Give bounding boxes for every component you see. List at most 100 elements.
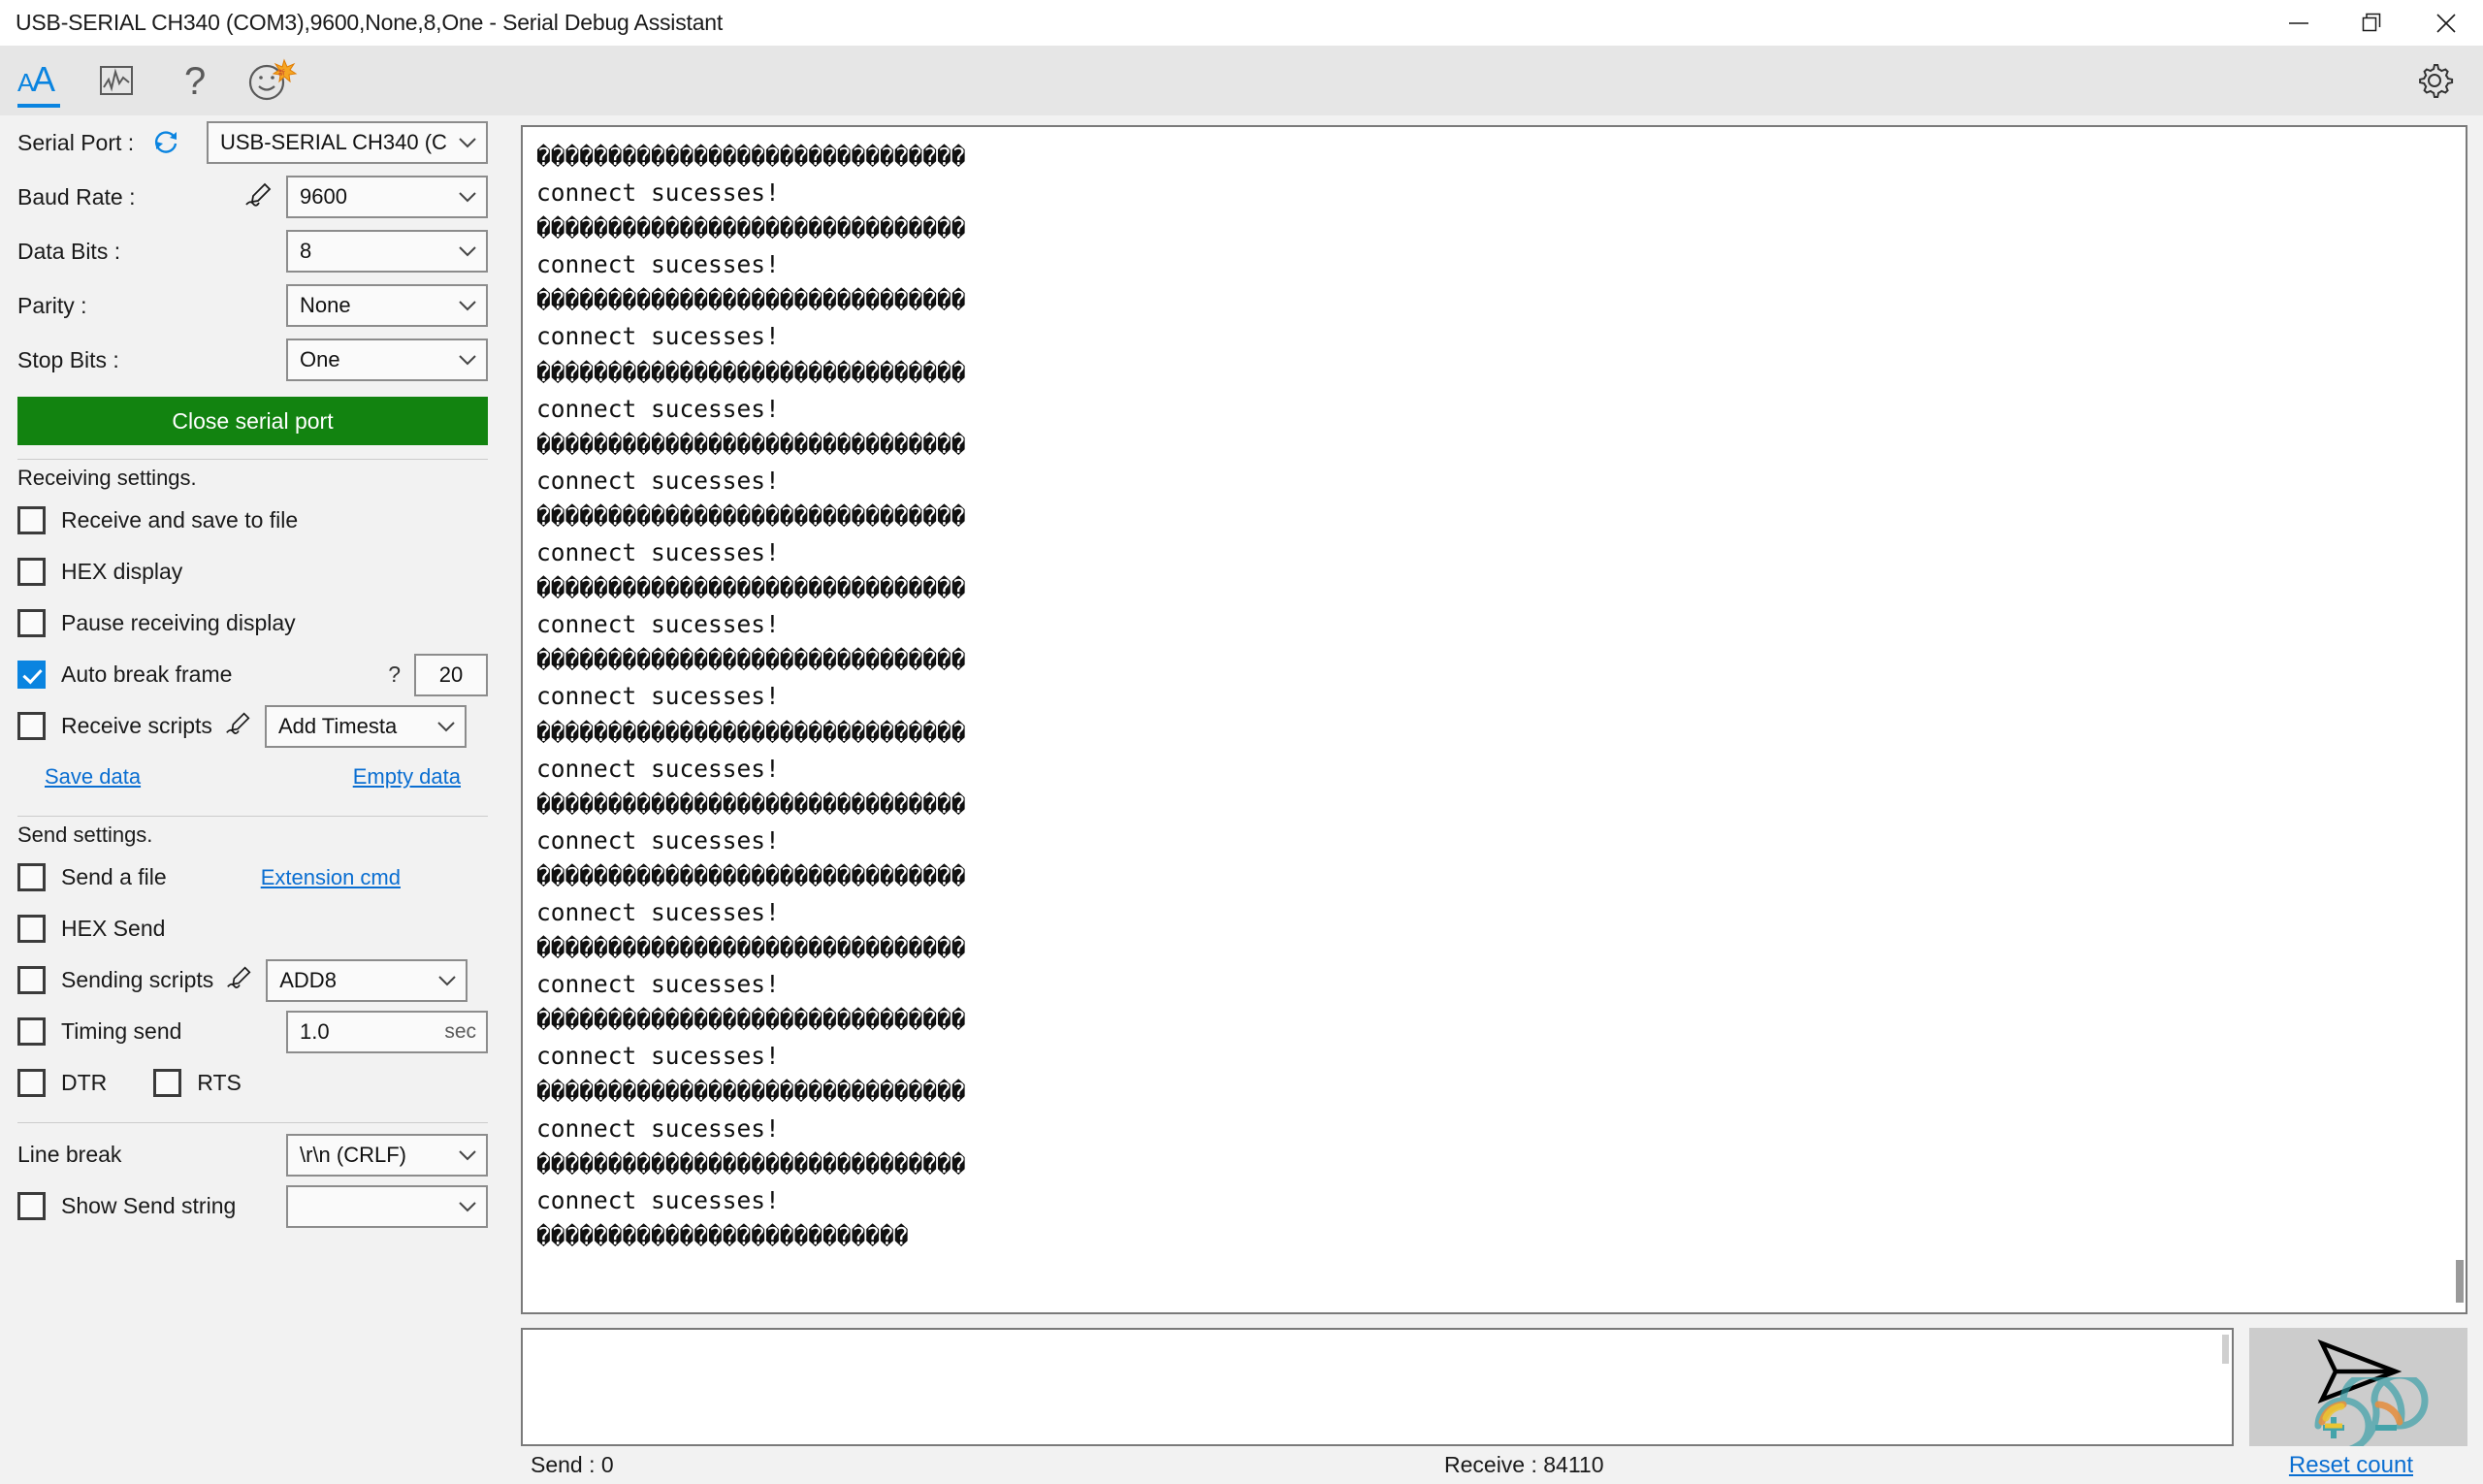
auto-break-frame-label: Auto break frame bbox=[61, 661, 233, 687]
pause-receiving-checkbox[interactable] bbox=[17, 609, 46, 637]
send-input-area[interactable] bbox=[521, 1328, 2234, 1447]
title-bar: USB-SERIAL CH340 (COM3),9600,None,8,One … bbox=[0, 0, 2483, 46]
pause-receiving-row[interactable]: Pause receiving display bbox=[17, 597, 488, 649]
parity-value: None bbox=[300, 293, 351, 317]
waveform-tab[interactable] bbox=[78, 46, 155, 115]
receive-scripts-select[interactable]: Add Timesta bbox=[264, 704, 467, 748]
chevron-down-icon bbox=[435, 975, 460, 986]
parity-label: Parity : bbox=[17, 292, 87, 318]
right-panel: ������������������������������ connect s… bbox=[505, 115, 2483, 1484]
rts-checkbox[interactable] bbox=[153, 1069, 182, 1097]
save-data-link[interactable]: Save data bbox=[45, 764, 141, 790]
chevron-down-icon bbox=[455, 1149, 480, 1161]
help-tab[interactable]: ? bbox=[155, 46, 233, 115]
data-bits-row: Data Bits : 8 bbox=[17, 224, 488, 278]
smiley-tab[interactable]: 新 bbox=[233, 46, 310, 115]
stop-bits-select[interactable]: One bbox=[286, 339, 488, 381]
hex-send-label: HEX Send bbox=[61, 916, 166, 941]
sending-scripts-checkbox[interactable] bbox=[17, 966, 46, 994]
dtr-label: DTR bbox=[61, 1070, 108, 1095]
data-bits-select[interactable]: 8 bbox=[286, 230, 488, 273]
hex-send-checkbox[interactable] bbox=[17, 915, 46, 943]
chevron-down-icon bbox=[455, 245, 480, 257]
send-input-scrollbar[interactable] bbox=[2222, 1335, 2229, 1364]
parity-select[interactable]: None bbox=[286, 284, 488, 327]
pen-icon[interactable] bbox=[224, 709, 253, 743]
reset-count-link[interactable]: Reset count bbox=[2289, 1452, 2413, 1479]
receive-scripts-label: Receive scripts bbox=[61, 713, 212, 738]
timing-send-value: 1.0 bbox=[300, 1018, 330, 1044]
line-break-select[interactable]: \r\n (CRLF) bbox=[286, 1133, 488, 1177]
divider bbox=[17, 816, 488, 817]
receive-text-content: ������������������������������ connect s… bbox=[536, 143, 966, 1250]
chevron-down-icon bbox=[434, 721, 459, 732]
refresh-icon[interactable] bbox=[151, 126, 180, 160]
line-break-row: Line break \r\n (CRLF) bbox=[17, 1129, 488, 1180]
sending-scripts-select[interactable]: ADD8 bbox=[266, 958, 468, 1002]
hex-display-row[interactable]: HEX display bbox=[17, 546, 488, 597]
settings-sidebar: Serial Port : USB-SERIAL CH340 (C Baud R… bbox=[0, 115, 505, 1484]
hex-display-checkbox[interactable] bbox=[17, 558, 46, 586]
empty-data-link[interactable]: Empty data bbox=[353, 764, 461, 790]
send-a-file-row[interactable]: Send a file Extension cmd bbox=[17, 852, 488, 903]
rts-label: RTS bbox=[197, 1070, 242, 1095]
send-string-color-select[interactable] bbox=[286, 1184, 488, 1228]
stop-bits-value: One bbox=[300, 347, 340, 371]
show-send-string-row[interactable]: Show Send string bbox=[17, 1180, 488, 1232]
chevron-down-icon bbox=[455, 354, 480, 366]
sending-scripts-row[interactable]: Sending scripts ADD8 bbox=[17, 954, 488, 1006]
chevron-down-icon bbox=[455, 191, 480, 203]
close-button[interactable] bbox=[2409, 0, 2483, 46]
sending-scripts-label: Sending scripts bbox=[61, 967, 214, 992]
show-send-string-checkbox[interactable] bbox=[17, 1192, 46, 1220]
baud-rate-label: Baud Rate : bbox=[17, 183, 136, 210]
extension-cmd-link[interactable]: Extension cmd bbox=[261, 865, 401, 890]
receive-scripts-value: Add Timesta bbox=[277, 713, 398, 738]
sending-scripts-value: ADD8 bbox=[279, 967, 337, 992]
timing-send-row[interactable]: Timing send 1.0 sec bbox=[17, 1006, 488, 1057]
serial-port-label: Serial Port : bbox=[17, 129, 135, 155]
timing-send-checkbox[interactable] bbox=[17, 1017, 46, 1046]
window-controls bbox=[2262, 0, 2483, 46]
window-title: USB-SERIAL CH340 (COM3),9600,None,8,One … bbox=[16, 10, 724, 35]
dtr-checkbox[interactable] bbox=[17, 1069, 46, 1097]
auto-break-frame-input[interactable]: 20 bbox=[414, 653, 488, 696]
auto-break-frame-checkbox[interactable] bbox=[17, 661, 46, 689]
stop-bits-label: Stop Bits : bbox=[17, 346, 119, 372]
auto-break-frame-help-icon[interactable]: ? bbox=[388, 661, 401, 688]
receiving-settings-title: Receiving settings. bbox=[17, 466, 197, 490]
close-serial-port-button[interactable]: Close serial port bbox=[17, 397, 488, 445]
serial-port-value: USB-SERIAL CH340 (C bbox=[220, 130, 447, 154]
pen-icon[interactable] bbox=[225, 963, 254, 997]
serial-port-select[interactable]: USB-SERIAL CH340 (C bbox=[207, 121, 488, 164]
timing-send-label: Timing send bbox=[61, 1018, 182, 1044]
send-a-file-checkbox[interactable] bbox=[17, 863, 46, 891]
receive-display-area[interactable]: ������������������������������ connect s… bbox=[521, 125, 2467, 1314]
hex-display-label: HEX display bbox=[61, 559, 183, 584]
settings-gear-button[interactable] bbox=[2405, 46, 2464, 115]
receive-scripts-checkbox[interactable] bbox=[17, 712, 46, 740]
hex-send-row[interactable]: HEX Send bbox=[17, 903, 488, 954]
font-size-tab[interactable]: A A bbox=[0, 46, 78, 115]
paper-plane-icon bbox=[2316, 1336, 2402, 1412]
restore-button[interactable] bbox=[2336, 0, 2409, 46]
pause-receiving-label: Pause receiving display bbox=[61, 610, 296, 635]
svg-text:?: ? bbox=[184, 60, 206, 102]
receive-scroll-thumb[interactable] bbox=[2456, 1260, 2464, 1303]
timing-send-input[interactable]: 1.0 sec bbox=[286, 1010, 488, 1053]
receive-scrollbar[interactable] bbox=[2452, 127, 2466, 1312]
line-break-label: Line break bbox=[17, 1142, 122, 1167]
baud-rate-select[interactable]: 9600 bbox=[286, 176, 488, 218]
pen-icon[interactable] bbox=[243, 179, 274, 215]
auto-break-frame-row[interactable]: Auto break frame ? 20 bbox=[17, 649, 488, 700]
receive-and-save-label: Receive and save to file bbox=[61, 507, 299, 532]
receive-and-save-checkbox[interactable] bbox=[17, 506, 46, 534]
minimize-button[interactable] bbox=[2262, 0, 2336, 46]
line-break-value: \r\n (CRLF) bbox=[300, 1142, 406, 1167]
chevron-down-icon bbox=[455, 1201, 480, 1212]
receive-and-save-row[interactable]: Receive and save to file bbox=[17, 495, 488, 546]
receive-scripts-row[interactable]: Receive scripts Add Timesta bbox=[17, 700, 488, 752]
divider bbox=[17, 459, 488, 460]
receive-count-label: Receive : 84110 bbox=[1444, 1452, 1604, 1478]
send-button[interactable]: ARDUINO 中文社区 bbox=[2249, 1328, 2467, 1447]
